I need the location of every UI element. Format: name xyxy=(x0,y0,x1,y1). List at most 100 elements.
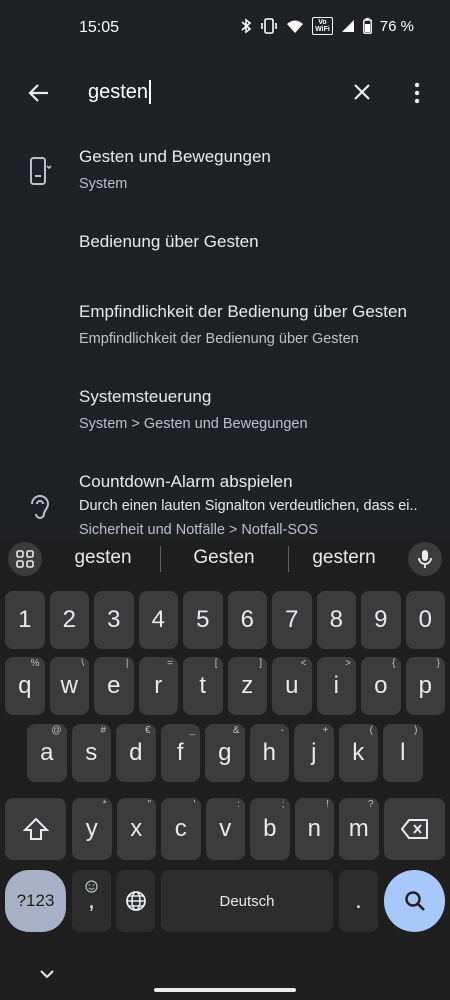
key-label: a xyxy=(40,739,54,766)
result-item[interactable]: Countdown-Alarm abspielen Durch einen la… xyxy=(0,470,450,538)
result-title: Systemsteuerung xyxy=(79,387,212,406)
key-label: 8 xyxy=(329,606,343,633)
key-label: f xyxy=(176,739,184,766)
period-key[interactable]: . xyxy=(339,870,378,932)
mic-icon[interactable] xyxy=(408,542,442,576)
clear-icon[interactable] xyxy=(350,80,374,104)
key-4[interactable]: 4 xyxy=(138,591,178,649)
key-v[interactable]: v: xyxy=(205,798,245,860)
language-key[interactable] xyxy=(116,870,155,932)
key-label: b xyxy=(263,815,277,842)
key-hint: € xyxy=(144,725,151,736)
key-7[interactable]: 7 xyxy=(272,591,312,649)
key-hint: - xyxy=(280,725,284,736)
key-b[interactable]: b; xyxy=(250,798,290,860)
bluetooth-icon xyxy=(241,18,252,34)
key-hint: % xyxy=(30,658,40,669)
chevron-down-icon[interactable] xyxy=(38,965,56,983)
key-l[interactable]: l) xyxy=(383,724,423,782)
comma-key[interactable]: , xyxy=(72,870,111,932)
key-n[interactable]: n! xyxy=(294,798,334,860)
symbols-key[interactable]: ?123 xyxy=(5,870,66,932)
key-p[interactable]: p} xyxy=(405,657,445,715)
key-t[interactable]: t[ xyxy=(183,657,223,715)
key-8[interactable]: 8 xyxy=(316,591,356,649)
key-c[interactable]: c ' xyxy=(161,798,201,860)
key-h[interactable]: h- xyxy=(249,724,289,782)
backspace-key[interactable] xyxy=(384,798,445,860)
key-hint: ( xyxy=(369,725,373,736)
key-q[interactable]: q% xyxy=(5,657,45,715)
suggestion-word[interactable]: gesten xyxy=(43,547,163,569)
key-label: e xyxy=(107,672,121,699)
key-label: 2 xyxy=(62,606,76,633)
key-label: w xyxy=(60,672,78,699)
result-subtitle-path: Sicherheit und Notfälle > Notfall-SOS xyxy=(79,522,318,538)
key-w[interactable]: w \ xyxy=(49,657,89,715)
key-label: 4 xyxy=(151,606,165,633)
key-hint: # xyxy=(100,725,106,736)
back-arrow-icon[interactable] xyxy=(26,80,52,106)
suggestion-word[interactable]: gestern xyxy=(284,547,404,569)
key-u[interactable]: u < xyxy=(272,657,312,715)
key-label: 5 xyxy=(196,606,210,633)
result-item[interactable]: Empfindlichkeit der Bedienung über Geste… xyxy=(0,300,450,385)
shift-icon xyxy=(22,817,49,840)
key-a[interactable]: a @ xyxy=(27,724,67,782)
key-3[interactable]: 3 xyxy=(94,591,134,649)
search-key[interactable] xyxy=(384,870,445,932)
key-2[interactable]: 2 xyxy=(49,591,89,649)
key-hint: ? xyxy=(367,799,374,810)
key-label: . xyxy=(355,887,362,914)
gesture-handle[interactable] xyxy=(154,988,296,992)
status-time: 15:05 xyxy=(79,19,120,36)
backspace-icon xyxy=(400,819,428,839)
result-title: Gesten und Bewegungen xyxy=(79,147,271,166)
key-m[interactable]: m? xyxy=(339,798,379,860)
key-k[interactable]: k( xyxy=(338,724,378,782)
key-s[interactable]: s # xyxy=(71,724,111,782)
key-o[interactable]: o{ xyxy=(361,657,401,715)
key-y[interactable]: y * xyxy=(72,798,112,860)
key-label: n xyxy=(307,815,321,842)
key-label: i xyxy=(333,672,339,699)
shift-key[interactable] xyxy=(5,798,66,860)
phone-gesture-icon xyxy=(30,157,52,185)
key-r[interactable]: r = xyxy=(138,657,178,715)
result-item[interactable]: Systemsteuerung System > Gesten und Bewe… xyxy=(0,385,450,470)
apps-grid-icon[interactable] xyxy=(8,542,42,576)
key-1[interactable]: 1 xyxy=(5,591,45,649)
key-hint: \ xyxy=(81,658,84,669)
key-hint: { xyxy=(392,658,396,669)
key-6[interactable]: 6 xyxy=(227,591,267,649)
key-9[interactable]: 9 xyxy=(361,591,401,649)
more-vert-icon[interactable] xyxy=(409,80,425,106)
suggestion-word[interactable]: Gesten xyxy=(164,547,284,569)
result-item[interactable]: Bedienung über Gesten xyxy=(0,215,450,300)
key-hint: ! xyxy=(326,799,329,810)
key-label: c xyxy=(174,815,187,842)
key-hint: @ xyxy=(51,725,62,736)
key-label: l xyxy=(400,739,406,766)
search-input[interactable]: gesten xyxy=(88,80,152,104)
key-g[interactable]: g & xyxy=(205,724,245,782)
key-z[interactable]: z] xyxy=(227,657,267,715)
suggestion-strip: gesten Gesten gestern xyxy=(0,538,450,580)
space-key[interactable]: Deutsch xyxy=(161,870,333,932)
key-x[interactable]: x " xyxy=(116,798,156,860)
key-hint: * xyxy=(102,799,107,810)
key-f[interactable]: f _ xyxy=(160,724,200,782)
key-j[interactable]: j + xyxy=(294,724,334,782)
key-hint: ' xyxy=(193,799,196,810)
key-0[interactable]: 0 xyxy=(405,591,445,649)
search-bar: gesten xyxy=(0,64,450,120)
result-subtitle: Empfindlichkeit der Bedienung über Geste… xyxy=(79,331,359,347)
result-subtitle: System xyxy=(79,176,128,192)
key-i[interactable]: i > xyxy=(316,657,356,715)
key-e[interactable]: e | xyxy=(94,657,134,715)
key-5[interactable]: 5 xyxy=(183,591,223,649)
key-d[interactable]: d € xyxy=(116,724,156,782)
result-item[interactable]: Gesten und Bewegungen System xyxy=(0,130,450,215)
key-label: s xyxy=(85,739,98,766)
text-caret xyxy=(149,80,152,104)
